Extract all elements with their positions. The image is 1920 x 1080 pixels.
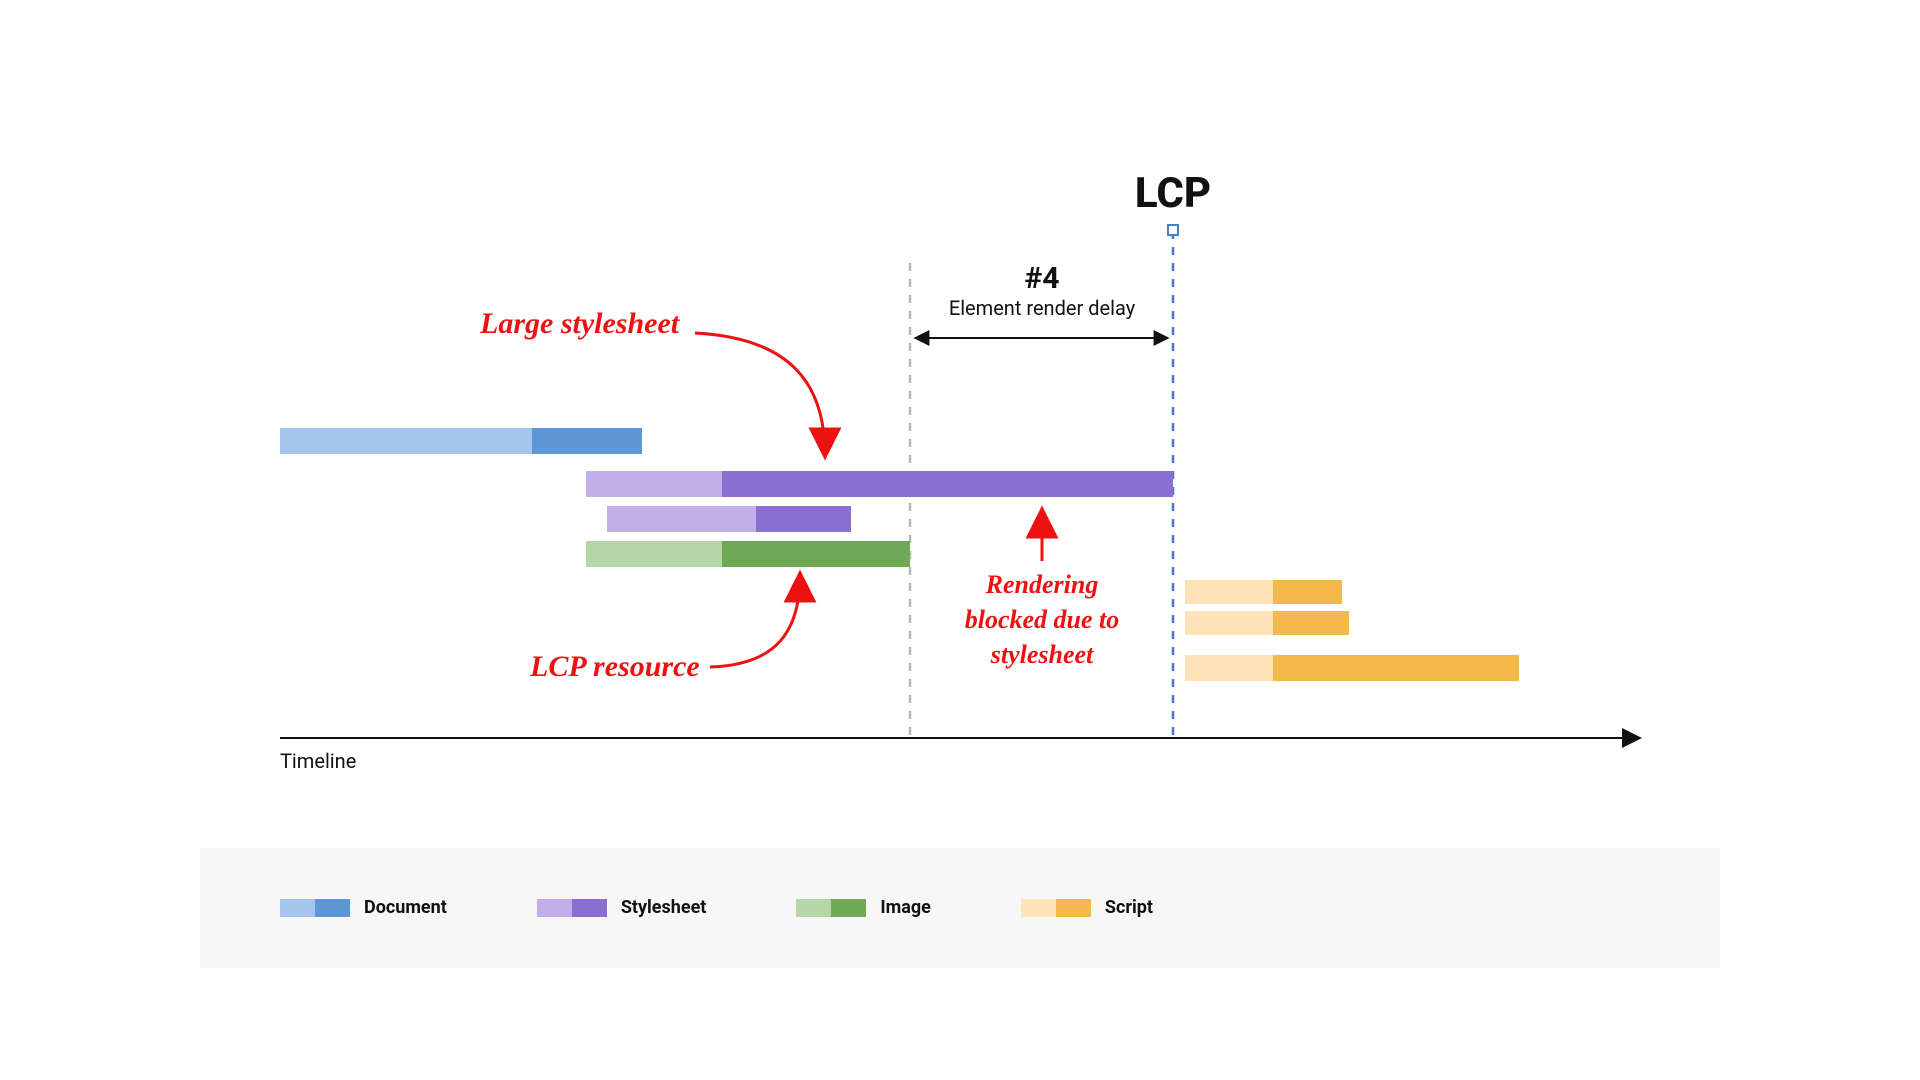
bar-stylesheet2-wait [607, 506, 756, 532]
legend-item-script: Script [1021, 897, 1153, 918]
swatch-document [280, 899, 350, 917]
segment-number: #4 [1025, 261, 1060, 296]
anno-blocked-l1: Rendering [985, 570, 1099, 599]
chart-svg: LCP #4 Element render delay Timeline Lar… [200, 113, 1720, 968]
bar-document-ready [532, 428, 642, 454]
bar-script1-wait [1185, 580, 1273, 604]
anno-blocked-l2: blocked due to [965, 605, 1120, 634]
legend-label-document: Document [364, 897, 447, 918]
bar-script3-wait [1185, 655, 1273, 681]
bar-document-load [280, 428, 532, 454]
bar-stylesheet2-load [756, 506, 851, 532]
anno-blocked-l3: stylesheet [990, 640, 1094, 669]
legend-item-document: Document [280, 897, 447, 918]
lcp-title: LCP [1135, 169, 1211, 218]
legend: Document Stylesheet Image Script [200, 848, 1720, 968]
legend-item-image: Image [796, 897, 931, 918]
timeline-chart: LCP #4 Element render delay Timeline Lar… [200, 113, 1720, 968]
lcp-marker-handle [1168, 225, 1178, 235]
legend-label-script: Script [1105, 897, 1153, 918]
bar-script1-run [1273, 580, 1342, 604]
bar-script3-run [1273, 655, 1519, 681]
swatch-stylesheet [537, 899, 607, 917]
legend-label-stylesheet: Stylesheet [621, 897, 707, 918]
anno-large-stylesheet: Large stylesheet [479, 307, 681, 340]
legend-item-stylesheet: Stylesheet [537, 897, 707, 918]
bar-lcp-image-load [722, 541, 910, 567]
anno-lcp-resource-arrow [710, 575, 800, 667]
bar-large-stylesheet-wait [586, 471, 722, 497]
axis-label: Timeline [280, 749, 356, 773]
bar-lcp-image-wait [586, 541, 722, 567]
swatch-image [796, 899, 866, 917]
anno-lcp-resource: LCP resource [529, 650, 700, 683]
swatch-script [1021, 899, 1091, 917]
segment-name: Element render delay [949, 296, 1136, 320]
anno-large-stylesheet-arrow [695, 333, 825, 455]
bar-script2-run [1273, 611, 1349, 635]
bar-script2-wait [1185, 611, 1273, 635]
bar-large-stylesheet-load [722, 471, 1173, 497]
legend-label-image: Image [880, 897, 931, 918]
